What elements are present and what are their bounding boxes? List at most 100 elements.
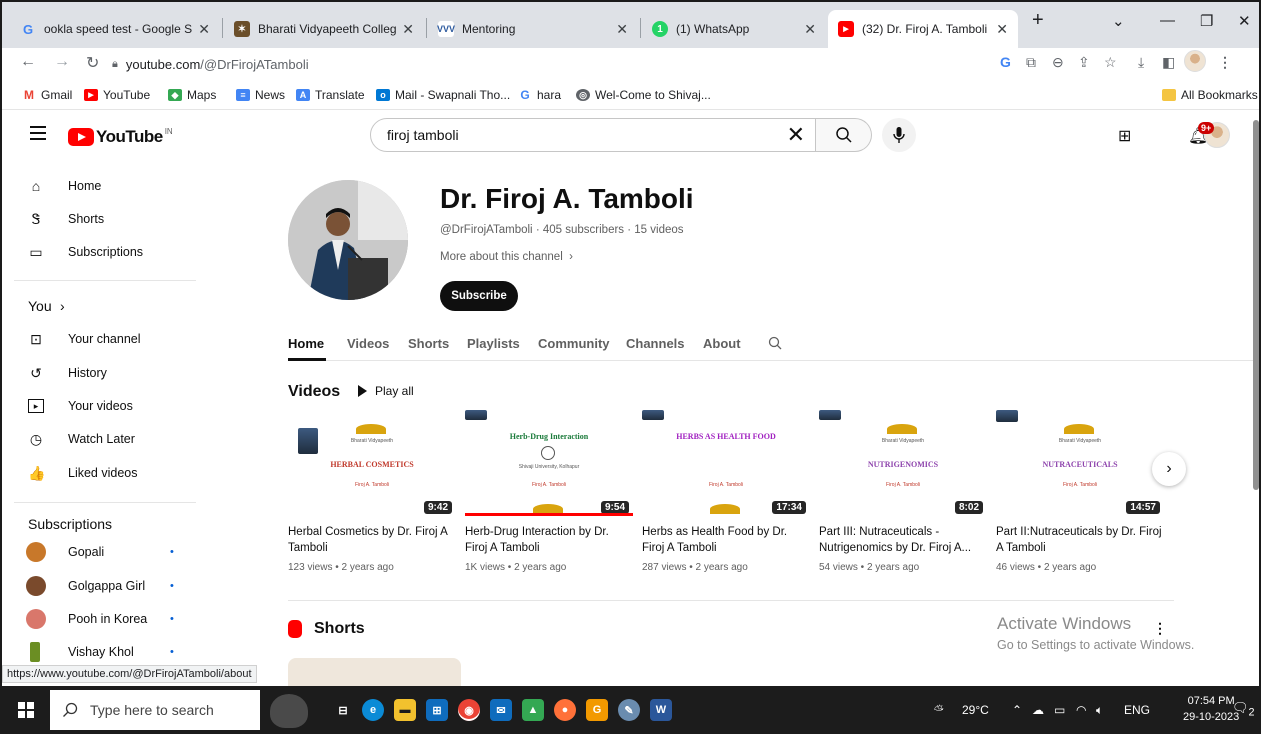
bookmark-hara[interactable]: Ghara — [518, 88, 561, 102]
mail-icon[interactable]: ✉ — [490, 699, 512, 721]
file-explorer-icon[interactable]: ▬ — [394, 699, 416, 721]
google-lens-icon[interactable]: G — [1000, 54, 1011, 70]
taskbar-search-input[interactable]: Type here to search — [50, 690, 260, 730]
restore-icon[interactable]: ❐ — [1200, 12, 1213, 30]
paint-icon[interactable]: ✎ — [618, 699, 640, 721]
profile-avatar[interactable] — [1184, 50, 1206, 72]
subscribe-button[interactable]: Subscribe — [440, 281, 518, 311]
video-title[interactable]: Part II:Nutraceuticals by Dr. Firoj A Ta… — [996, 524, 1164, 556]
close-tab-icon[interactable]: ✕ — [996, 21, 1008, 38]
google-drive-icon[interactable]: ▲ — [522, 699, 544, 721]
tab-home[interactable]: Home — [288, 336, 324, 351]
back-icon[interactable]: ← — [20, 53, 36, 71]
sidebar-item-subscriptions[interactable]: ▭ Subscriptions — [2, 236, 252, 268]
tray-chevron-icon[interactable]: ⌃ — [1012, 703, 1022, 717]
tab-about[interactable]: About — [703, 336, 741, 351]
taskbar-clock[interactable]: 07:54 PM 29-10-2023 — [1183, 693, 1239, 725]
video-card[interactable]: HERBS AS HEALTH FOOD Firoj A. Tamboli 17… — [642, 410, 810, 573]
browser-menu-icon[interactable]: ⋮ — [1218, 54, 1232, 71]
search-input[interactable]: firoj tamboli ✕ — [370, 118, 816, 152]
share-icon[interactable]: ⇪ — [1078, 54, 1090, 71]
side-panel-icon[interactable]: ◧ — [1162, 54, 1175, 71]
hamburger-menu-icon[interactable] — [30, 126, 46, 144]
tab-community[interactable]: Community — [538, 336, 610, 351]
chrome-icon[interactable]: ◉ — [458, 699, 480, 721]
channel-search-icon[interactable] — [768, 336, 782, 350]
play-all-button[interactable]: Play all — [358, 384, 414, 398]
short-thumbnail[interactable] — [288, 658, 461, 686]
subscription-item[interactable]: Gopali • — [2, 536, 252, 568]
microsoft-store-icon[interactable]: ⊞ — [426, 699, 448, 721]
more-about-channel-link[interactable]: More about this channel › — [440, 251, 573, 263]
address-bar[interactable]: 🔒︎ youtube.com/@DrFirojATamboli — [112, 51, 992, 77]
page-scrollbar[interactable] — [1252, 112, 1260, 672]
video-thumbnail[interactable]: Bharati Vidyapeeth NUTRACEUTICALS Firoj … — [996, 410, 1164, 516]
sidebar-item-watch-later[interactable]: ◷ Watch Later — [2, 423, 252, 455]
language-indicator[interactable]: ENG — [1124, 703, 1150, 717]
close-tab-icon[interactable]: ✕ — [402, 21, 414, 38]
download-icon[interactable]: ⤓ — [1138, 54, 1144, 71]
bookmark-translate[interactable]: A Translate — [296, 88, 365, 102]
bookmark-gmail[interactable]: M Gmail — [22, 88, 72, 102]
video-card[interactable]: Bharati Vidyapeeth HERBAL COSMETICS Firo… — [288, 410, 456, 573]
section-more-options-icon[interactable]: ⋮ — [1153, 620, 1167, 637]
tab-search-chevron-icon[interactable]: ⌄ — [1112, 12, 1125, 30]
close-tab-icon[interactable]: ✕ — [616, 21, 628, 38]
video-card[interactable]: Herb-Drug Interaction Shivaji University… — [465, 410, 633, 573]
notification-center-icon[interactable]: 🗨︎2 — [1232, 700, 1255, 719]
all-bookmarks[interactable]: All Bookmarks — [1162, 88, 1258, 102]
video-thumbnail[interactable]: Herb-Drug Interaction Shivaji University… — [465, 410, 633, 516]
browser-tab-2[interactable]: ✶ Bharati Vidyapeeth College ✕ — [224, 10, 424, 48]
bookmark-maps[interactable]: ◆ Maps — [168, 88, 216, 102]
weather-icon[interactable]: ⛅︎ — [934, 703, 944, 718]
tab-channels[interactable]: Channels — [626, 336, 685, 351]
browser-tab-1[interactable]: G ookla speed test - Google Se ✕ — [10, 10, 220, 48]
bookmark-star-icon[interactable]: ☆ — [1104, 54, 1117, 71]
firefox-icon[interactable]: ● — [554, 699, 576, 721]
create-video-icon[interactable]: ⊞ — [1118, 126, 1131, 146]
video-title[interactable]: Herbal Cosmetics by Dr. Firoj A Tamboli — [288, 524, 456, 556]
reload-icon[interactable]: ↻ — [86, 53, 99, 73]
microsoft-word-icon[interactable]: W — [650, 699, 672, 721]
bookmark-news[interactable]: ≡ News — [236, 88, 285, 102]
video-title[interactable]: Herbs as Health Food by Dr. Firoj A Tamb… — [642, 524, 810, 556]
video-title[interactable]: Part III: Nutraceuticals - Nutrigenomics… — [819, 524, 987, 556]
video-card[interactable]: Bharati Vidyapeeth NUTRACEUTICALS Firoj … — [996, 410, 1164, 573]
browser-tab-3[interactable]: VVV Mentoring ✕ — [428, 10, 638, 48]
wifi-icon[interactable]: ◠ — [1076, 703, 1086, 717]
voice-search-button[interactable] — [882, 118, 916, 152]
sidebar-you-header[interactable]: You › — [2, 290, 252, 322]
tab-shorts[interactable]: Shorts — [408, 336, 449, 351]
battery-icon[interactable]: ▭ — [1054, 703, 1065, 717]
sidebar-item-history[interactable]: ↺ History — [2, 357, 252, 389]
subscription-item[interactable]: Vishay Khol • — [2, 636, 252, 668]
zoom-icon[interactable]: ⊖ — [1052, 54, 1064, 71]
sidebar-item-your-channel[interactable]: ⊡ Your channel — [2, 323, 252, 355]
youtube-logo[interactable]: YouTube IN — [68, 127, 173, 147]
search-button[interactable] — [816, 118, 872, 152]
video-thumbnail[interactable]: HERBS AS HEALTH FOOD Firoj A. Tamboli 17… — [642, 410, 810, 516]
task-view-icon[interactable]: ⊟ — [332, 699, 354, 721]
pdf-app-icon[interactable]: G — [586, 699, 608, 721]
subscription-item[interactable]: Golgappa Girl • — [2, 570, 252, 602]
carousel-next-button[interactable]: › — [1152, 452, 1186, 486]
new-tab-icon[interactable]: + — [1032, 9, 1044, 32]
bookmark-youtube[interactable]: ▶ YouTube — [84, 88, 150, 102]
minimize-icon[interactable]: — — [1160, 12, 1175, 29]
subscription-item[interactable]: Pooh in Korea • — [2, 603, 252, 635]
bookmark-shivaji[interactable]: ◎ Wel-Come to Shivaj... — [576, 88, 711, 102]
browser-tab-4[interactable]: 1 (1) WhatsApp ✕ — [642, 10, 826, 48]
sidebar-item-home[interactable]: ⌂ Home — [2, 170, 252, 202]
sidebar-item-liked-videos[interactable]: 👍 Liked videos — [2, 457, 252, 489]
tab-videos[interactable]: Videos — [347, 336, 389, 351]
sidebar-item-your-videos[interactable]: ▸ Your videos — [2, 390, 252, 422]
close-tab-icon[interactable]: ✕ — [198, 21, 210, 38]
browser-tab-active[interactable]: ▶ (32) Dr. Firoj A. Tamboli - Yo ✕ — [828, 10, 1018, 48]
close-window-icon[interactable]: ✕ — [1238, 12, 1251, 30]
forward-icon[interactable]: → — [54, 53, 70, 71]
video-thumbnail[interactable]: Bharati Vidyapeeth NUTRIGENOMICS Firoj A… — [819, 410, 987, 516]
close-tab-icon[interactable]: ✕ — [804, 21, 816, 38]
video-thumbnail[interactable]: Bharati Vidyapeeth HERBAL COSMETICS Firo… — [288, 410, 456, 516]
windows-start-icon[interactable] — [18, 702, 34, 718]
bookmark-mail[interactable]: o Mail - Swapnali Tho... — [376, 88, 510, 102]
